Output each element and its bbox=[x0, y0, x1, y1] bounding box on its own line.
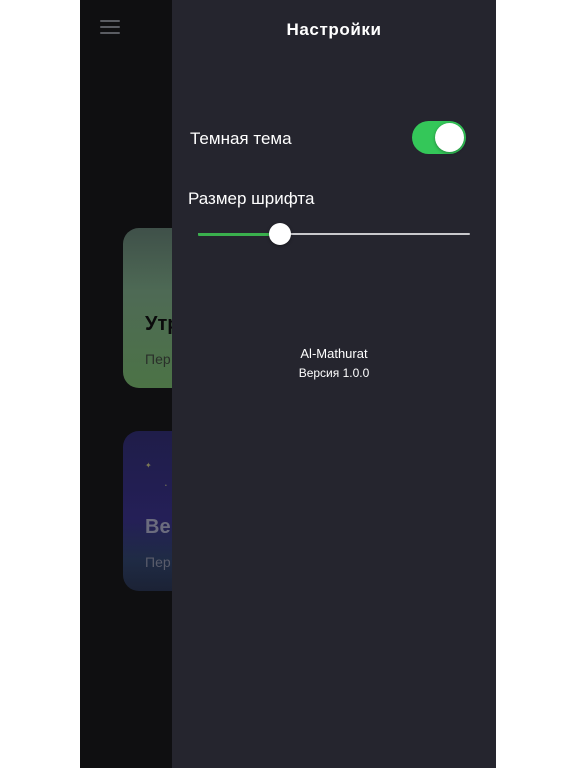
slider-thumb[interactable] bbox=[268, 223, 291, 245]
slider-fill bbox=[198, 233, 280, 236]
dark-theme-label: Темная тема bbox=[190, 129, 292, 148]
star-icon: • bbox=[165, 483, 167, 489]
settings-title: Настройки bbox=[286, 20, 382, 39]
about-section: Al-Mathurat Версия 1.0.0 bbox=[172, 346, 496, 380]
card-title: Ве bbox=[145, 516, 171, 538]
card-subtitle: Пер bbox=[145, 554, 171, 570]
star-icon: ✦ bbox=[145, 461, 152, 470]
toggle-knob bbox=[435, 123, 464, 152]
settings-drawer: Настройки Темная тема Размер шрифта Al-M… bbox=[172, 0, 496, 768]
font-size-slider[interactable] bbox=[198, 222, 470, 246]
card-subtitle: Пер bbox=[145, 351, 171, 367]
dark-theme-toggle[interactable] bbox=[412, 121, 466, 154]
font-size-label: Размер шрифта bbox=[188, 189, 315, 208]
hamburger-menu-icon[interactable] bbox=[100, 20, 120, 36]
app-version: Версия 1.0.0 bbox=[298, 366, 370, 380]
app-name: Al-Mathurat bbox=[300, 346, 368, 361]
